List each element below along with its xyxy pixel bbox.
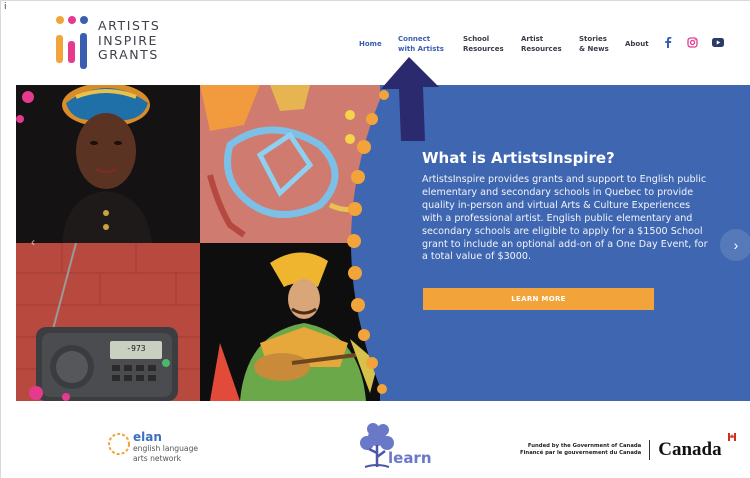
canada-funded-fr: Financé par le gouvernement du Canada [520,450,642,456]
canada-flag-icon [728,433,737,441]
elan-name: elan [133,430,162,444]
nav-label-line1: Connect [398,35,431,43]
logo-line-2: INSPIRE [98,32,158,48]
canada-wordmark[interactable]: Funded by the Government of Canada Finan… [520,433,737,461]
learn-logo-text: learn [388,449,432,467]
canada-word: Canada [658,433,737,461]
youtube-icon[interactable] [712,38,724,47]
nav-label-line1: School [463,35,490,43]
annotation-arrow-icon [381,57,439,141]
page-frame: i ARTISTS INSPIRE GRANTS Home Connect wi… [0,0,750,478]
hero-image-portrait [16,85,200,243]
nav-artist-resources[interactable]: Artist Resources [521,34,562,54]
nav-label-line2: & News [579,45,609,53]
canada-funded-text: Funded by the Government of Canada Finan… [520,443,641,457]
hero-next-button[interactable]: › [720,229,750,261]
logo-text: ARTISTS INSPIRE GRANTS [98,19,160,63]
nav-label-line2: Resources [463,45,504,53]
hero-image-radio: -973 [16,243,200,401]
hero-body-text: ArtistsInspire provides grants and suppo… [422,174,708,263]
canada-word-text: Canada [658,439,722,460]
elan-text: elan english language arts network [133,431,198,464]
nav-stories-news[interactable]: Stories & News [579,34,609,54]
nav-label-line2: Resources [521,45,562,53]
nav-home[interactable]: Home [359,39,382,49]
hero-prev-button[interactable]: ‹ [31,235,35,249]
learn-more-button[interactable]: LEARN MORE [423,288,654,310]
chevron-left-icon: ‹ [31,235,35,249]
elan-sub-line2: arts network [133,454,181,463]
nav-connect-with-artists[interactable]: Connect with Artists [398,34,444,54]
logo-line-1: ARTISTS [98,18,161,34]
logo-line-3: GRANTS [98,47,159,63]
canada-funded-en: Funded by the Government of Canada [527,443,642,449]
nav-home-label: Home [359,40,382,48]
elan-ring-icon [108,433,130,455]
nav-label-line1: Artist [521,35,544,43]
nav-label-line2: with Artists [398,45,444,53]
nav-label-line1: Stories [579,35,607,43]
site-logo[interactable]: ARTISTS INSPIRE GRANTS [56,11,171,71]
corner-mark: i [4,2,7,12]
chevron-right-icon: › [733,237,739,253]
canada-divider [649,440,651,460]
nav-about[interactable]: About [625,39,649,49]
instagram-icon[interactable] [687,37,698,48]
radio-display-text: -973 [126,344,146,353]
hero-title: What is ArtistsInspire? [422,149,615,167]
elan-logo[interactable]: elan english language arts network [106,431,198,464]
nav-about-label: About [625,40,649,48]
elan-sub-line1: english language [133,444,199,453]
facebook-icon[interactable] [664,37,672,48]
logo-mark-icon [56,13,92,69]
nav-school-resources[interactable]: School Resources [463,34,504,54]
